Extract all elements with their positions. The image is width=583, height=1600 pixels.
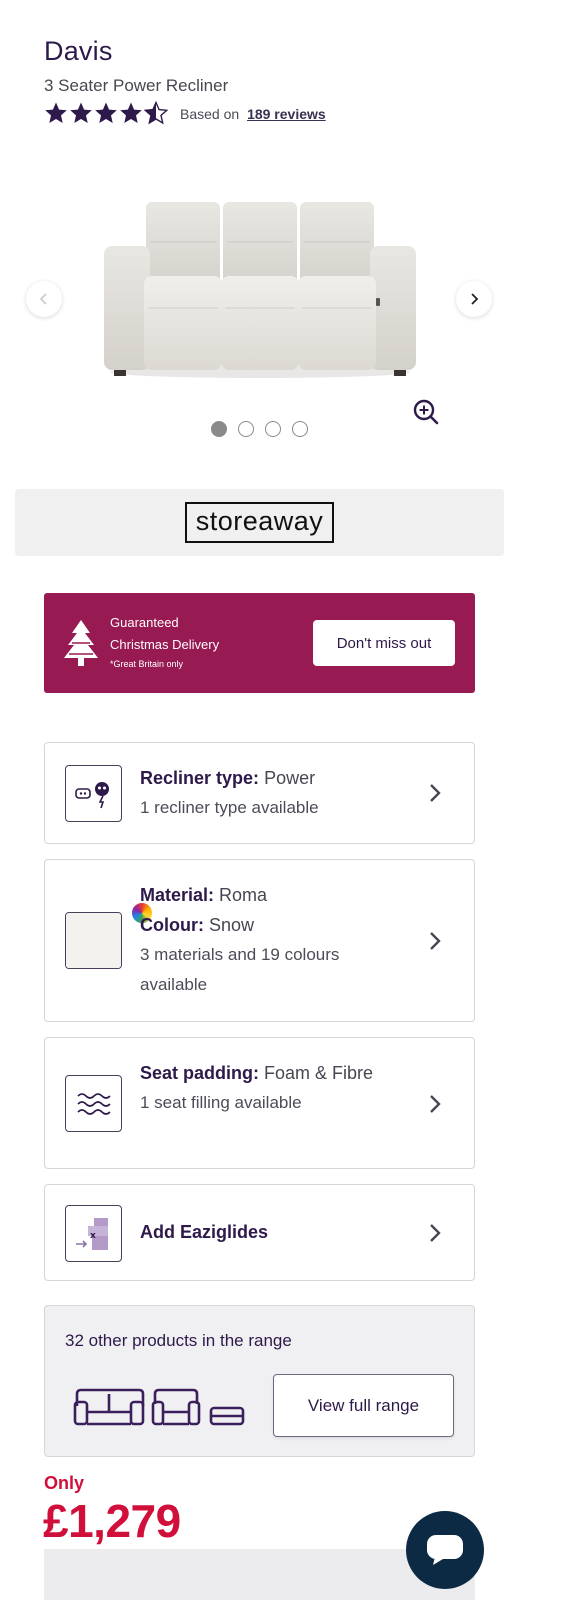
- option-sub: 1 recliner type available: [140, 798, 319, 817]
- range-furniture-icon: [73, 1388, 245, 1426]
- option-text: Recliner type: Power 1 recliner type ava…: [140, 763, 404, 823]
- option-eaziglides[interactable]: x Add Eaziglides: [44, 1184, 475, 1281]
- option-icon-box: [65, 1075, 122, 1132]
- reviews-prefix: Based on: [180, 106, 240, 122]
- gallery-dot[interactable]: [265, 421, 281, 437]
- option-sub: 3 materials and 19 colours available: [140, 945, 340, 994]
- option-label: Add Eaziglides: [140, 1222, 269, 1242]
- gallery-dot[interactable]: [238, 421, 254, 437]
- christmas-tree-icon: [64, 620, 98, 666]
- star-rating: [44, 101, 168, 125]
- chevron-right-icon: [430, 784, 441, 802]
- view-full-range-button[interactable]: View full range: [273, 1374, 454, 1437]
- star-full-icon: [45, 102, 67, 123]
- option-label-2: Colour:: [140, 915, 204, 935]
- product-gallery[interactable]: [0, 170, 520, 440]
- star-full-icon: [120, 102, 142, 123]
- chevron-right-icon: [430, 1224, 441, 1242]
- gallery-dot[interactable]: [292, 421, 308, 437]
- range-title: 32 other products in the range: [65, 1331, 292, 1350]
- option-chevron: [425, 1092, 445, 1116]
- rating-summary: Based on 189 reviews: [44, 101, 326, 125]
- option-chevron: [425, 781, 445, 805]
- option-label: Recliner type:: [140, 768, 260, 788]
- option-value: Power: [264, 768, 316, 788]
- option-label: Material:: [140, 885, 215, 905]
- star-full-icon: [95, 102, 117, 123]
- colour-swatch-icon: [66, 913, 121, 968]
- seat-padding-icon: [76, 1092, 111, 1115]
- price-amount: £1,279: [43, 1495, 181, 1547]
- gallery-dot[interactable]: [211, 421, 227, 437]
- gallery-pagination: [211, 421, 308, 437]
- gallery-next-button[interactable]: [456, 281, 492, 317]
- option-value: Roma: [219, 885, 268, 905]
- chevron-right-icon: [430, 1095, 441, 1113]
- option-icon-box: x: [65, 1205, 122, 1262]
- svg-text:x: x: [90, 1231, 96, 1241]
- storeaway-logo: storeaway: [184, 502, 335, 543]
- christmas-line-1: Guaranteed: [110, 615, 179, 630]
- chevron-right-icon: [471, 293, 479, 305]
- product-name: Davis: [44, 36, 113, 66]
- option-text: Seat padding: Foam & Fibre 1 seat fillin…: [140, 1058, 404, 1118]
- chat-button[interactable]: [406, 1511, 484, 1589]
- option-text: Material: Roma Colour: Snow 3 materials …: [140, 880, 404, 1000]
- option-recliner-type[interactable]: Recliner type: Power 1 recliner type ava…: [44, 742, 475, 844]
- sofa-image: [104, 202, 416, 378]
- option-value: Foam & Fibre: [264, 1063, 374, 1083]
- chevron-right-icon: [430, 932, 441, 950]
- star-half-icon: [144, 101, 168, 125]
- christmas-line-2: Christmas Delivery: [110, 637, 220, 652]
- chat-icon: [427, 1535, 463, 1565]
- recliner-type-icon: [74, 781, 109, 808]
- christmas-note: *Great Britain only: [110, 659, 184, 669]
- option-value-2: Snow: [209, 915, 255, 935]
- star-full-icon: [70, 102, 92, 123]
- reviews-summary: Based on 189 reviews: [180, 106, 326, 122]
- gallery-prev-button[interactable]: [26, 281, 62, 317]
- eaziglides-icon: x: [75, 1217, 108, 1250]
- option-text: Add Eaziglides: [140, 1217, 404, 1247]
- christmas-delivery-banner: Guaranteed Christmas Delivery *Great Bri…: [44, 593, 475, 693]
- product-subtitle: 3 Seater Power Recliner: [44, 76, 229, 95]
- option-sub: 1 seat filling available: [140, 1093, 302, 1112]
- storeaway-banner[interactable]: storeaway: [15, 489, 504, 556]
- dont-miss-out-button[interactable]: Don't miss out: [313, 620, 455, 666]
- reviews-link[interactable]: 189 reviews: [247, 106, 326, 122]
- option-icon-box: [65, 765, 122, 822]
- option-label: Seat padding:: [140, 1063, 260, 1083]
- range-section: 32 other products in the range View full…: [44, 1305, 475, 1457]
- chevron-left-icon: [39, 293, 47, 305]
- option-material-colour[interactable]: Material: Roma Colour: Snow 3 materials …: [44, 859, 475, 1022]
- price-prefix: Only: [44, 1473, 85, 1493]
- option-seat-padding[interactable]: Seat padding: Foam & Fibre 1 seat fillin…: [44, 1037, 475, 1169]
- option-chevron: [425, 929, 445, 953]
- zoom-in-icon: [413, 399, 439, 425]
- option-chevron: [425, 1221, 445, 1245]
- option-icon-box: [65, 901, 154, 969]
- zoom-button[interactable]: [410, 396, 442, 428]
